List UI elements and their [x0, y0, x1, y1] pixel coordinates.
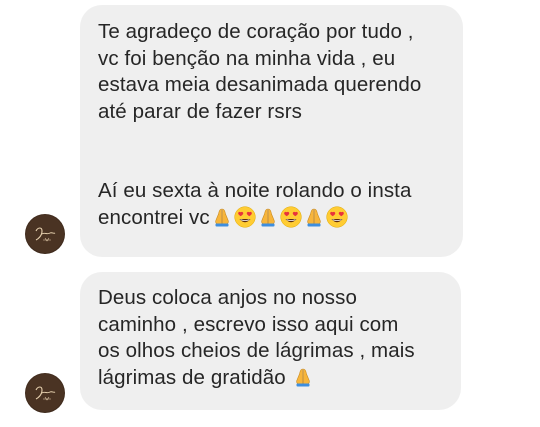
avatar[interactable] [25, 214, 65, 254]
heart-eyes-icon [234, 205, 256, 228]
avatar-logo-icon [26, 374, 64, 412]
message-row: Deus coloca anjos no nosso caminho , esc… [0, 272, 540, 415]
message-bubble[interactable]: Te agradeço de coração por tudo , vc foi… [80, 5, 463, 257]
message-text-line: até parar de fazer rsrs [98, 99, 302, 123]
message-text-line: os olhos cheios de lágrimas , mais [98, 339, 415, 362]
chat-thread: Te agradeço de coração por tudo , vc foi… [0, 0, 540, 427]
message-text-line-with-emojis: encontrei vc [98, 205, 445, 232]
message-text-line-with-emojis: lágrimas de gratidão [98, 365, 443, 392]
message-text-line: vc foi benção na minha vida , eu [98, 46, 396, 70]
emoji-group [211, 205, 349, 228]
message-text-segment: encontrei vc [98, 205, 210, 229]
message-text-line: estava meia desanimada querendo [98, 73, 422, 96]
folded-hands-icon [211, 206, 233, 228]
message-text-line: caminho , escrevo isso aqui com [98, 312, 399, 336]
message-row: Te agradeço de coração por tudo , vc foi… [0, 0, 540, 260]
emoji-group [292, 366, 315, 388]
message-text-segment: lágrimas de gratidão [98, 365, 286, 389]
folded-hands-icon [303, 206, 325, 228]
heart-eyes-icon [326, 205, 348, 228]
folded-hands-icon [292, 366, 314, 388]
message-text-line: Deus coloca anjos no nosso [98, 286, 358, 309]
message-text-line: Te agradeço de coração por tudo , [98, 20, 414, 43]
folded-hands-icon [257, 206, 279, 228]
message-bubble[interactable]: Deus coloca anjos no nosso caminho , esc… [80, 272, 461, 410]
avatar-logo-icon [26, 215, 64, 253]
avatar[interactable] [25, 373, 65, 413]
heart-eyes-icon [280, 205, 302, 228]
message-text-line: Aí eu sexta à noite rolando o insta [98, 179, 412, 202]
